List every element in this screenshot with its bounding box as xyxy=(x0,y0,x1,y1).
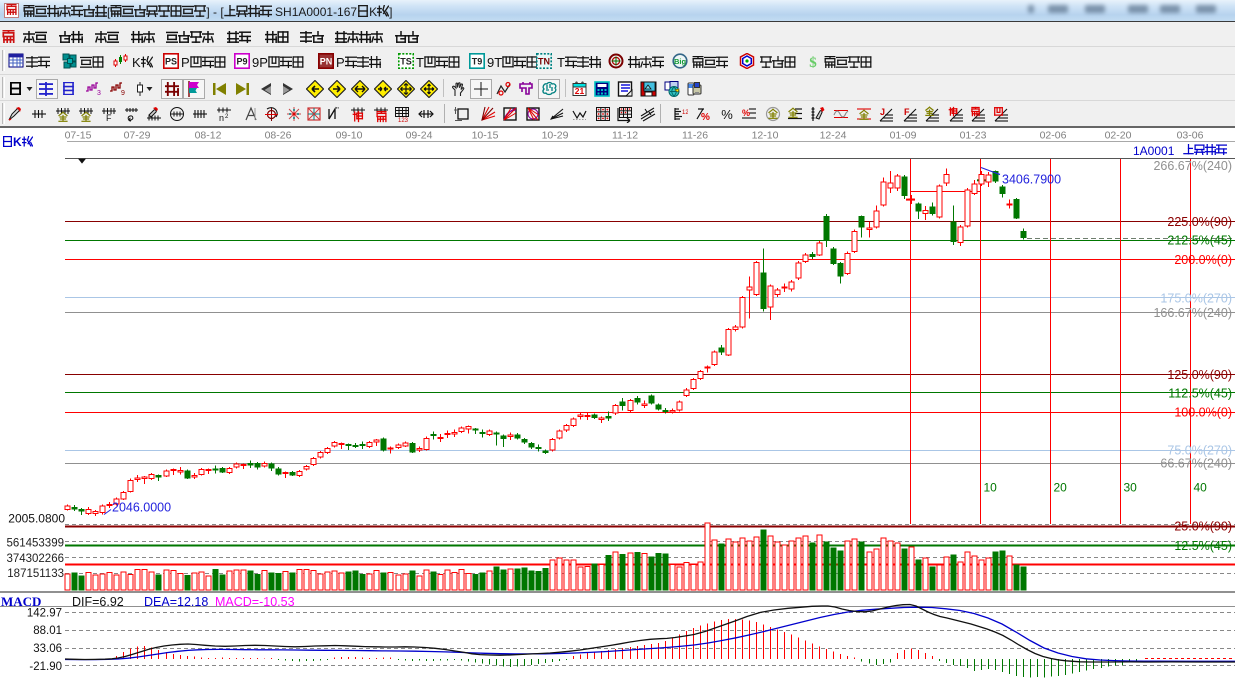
svg-text:02-06: 02-06 xyxy=(1040,130,1067,142)
svg-text:30: 30 xyxy=(1124,481,1138,495)
svg-text:09-10: 09-10 xyxy=(336,130,363,142)
svg-text:10: 10 xyxy=(984,481,998,495)
svg-text:03-06: 03-06 xyxy=(1177,130,1204,142)
svg-text:09-24: 09-24 xyxy=(406,130,433,142)
svg-text:11-26: 11-26 xyxy=(682,130,708,142)
svg-text:3406.7900: 3406.7900 xyxy=(1002,173,1061,187)
svg-text:12-10: 12-10 xyxy=(752,130,779,142)
svg-text:P9: P9 xyxy=(236,57,247,67)
svg-text:3: 3 xyxy=(97,90,101,97)
svg-text:11-12: 11-12 xyxy=(612,130,638,142)
svg-text:%: % xyxy=(721,107,733,122)
svg-text:10-15: 10-15 xyxy=(472,130,499,142)
svg-text:374302266: 374302266 xyxy=(6,553,64,565)
svg-text:2: 2 xyxy=(225,114,229,120)
svg-text:%: % xyxy=(701,112,710,123)
svg-text:21: 21 xyxy=(575,86,585,96)
svg-text:125.0%(90): 125.0%(90) xyxy=(1167,368,1232,382)
svg-text:100.0%(0): 100.0%(0) xyxy=(1174,406,1232,420)
svg-text:F: F xyxy=(106,113,112,123)
svg-text:10-29: 10-29 xyxy=(542,130,569,142)
svg-text:25.0%(90): 25.0%(90) xyxy=(1174,520,1232,534)
svg-text:J: J xyxy=(880,107,885,117)
svg-text:123: 123 xyxy=(398,118,409,123)
svg-text:88.01: 88.01 xyxy=(33,625,62,637)
svg-text:33.06: 33.06 xyxy=(33,643,62,655)
svg-text:PS: PS xyxy=(165,57,177,67)
svg-text:9: 9 xyxy=(121,90,125,97)
svg-text:$: $ xyxy=(809,55,817,69)
svg-text:75.0%(270): 75.0%(270) xyxy=(1167,443,1232,457)
svg-text:07-15: 07-15 xyxy=(65,130,92,142)
svg-text:2005.0800: 2005.0800 xyxy=(8,512,65,526)
svg-text:112.5%(45): 112.5%(45) xyxy=(1168,386,1232,400)
svg-text:T9: T9 xyxy=(472,57,483,67)
svg-text:%: % xyxy=(742,108,750,118)
svg-text:2046.0000: 2046.0000 xyxy=(112,501,171,515)
svg-text:08-12: 08-12 xyxy=(195,130,222,142)
svg-text:175.0%(270): 175.0%(270) xyxy=(1160,291,1232,305)
svg-text:TN: TN xyxy=(538,57,550,67)
svg-text:12-24: 12-24 xyxy=(820,130,847,142)
svg-text:561453399: 561453399 xyxy=(6,537,64,549)
svg-text:": " xyxy=(336,106,339,115)
svg-text:212.5%(45): 212.5%(45) xyxy=(1167,234,1232,248)
svg-text:20: 20 xyxy=(1054,481,1068,495)
svg-text:07-29: 07-29 xyxy=(124,130,151,142)
svg-text:01-09: 01-09 xyxy=(890,130,917,142)
svg-text:66.67%(240): 66.67%(240) xyxy=(1160,457,1232,471)
svg-text:Big: Big xyxy=(674,57,687,66)
svg-text:08-26: 08-26 xyxy=(265,130,292,142)
svg-text:40: 40 xyxy=(1194,481,1208,495)
svg-text:166.67%(240): 166.67%(240) xyxy=(1153,306,1232,320)
svg-text:123: 123 xyxy=(682,110,688,116)
svg-text:12.5%(45): 12.5%(45) xyxy=(1174,539,1232,553)
svg-text:F: F xyxy=(904,107,910,117)
svg-text:-21.90: -21.90 xyxy=(29,661,62,673)
svg-text:n: n xyxy=(219,113,224,123)
svg-text:225.0%(90): 225.0%(90) xyxy=(1167,215,1232,229)
svg-text:200.0%(0): 200.0%(0) xyxy=(1174,253,1232,267)
svg-text:01-23: 01-23 xyxy=(960,130,987,142)
svg-text:02-20: 02-20 xyxy=(1105,130,1132,142)
svg-text:266.67%(240): 266.67%(240) xyxy=(1153,159,1232,173)
svg-text:PN: PN xyxy=(320,57,333,67)
svg-text:TS: TS xyxy=(400,57,412,67)
svg-text:187151133: 187151133 xyxy=(7,568,64,580)
